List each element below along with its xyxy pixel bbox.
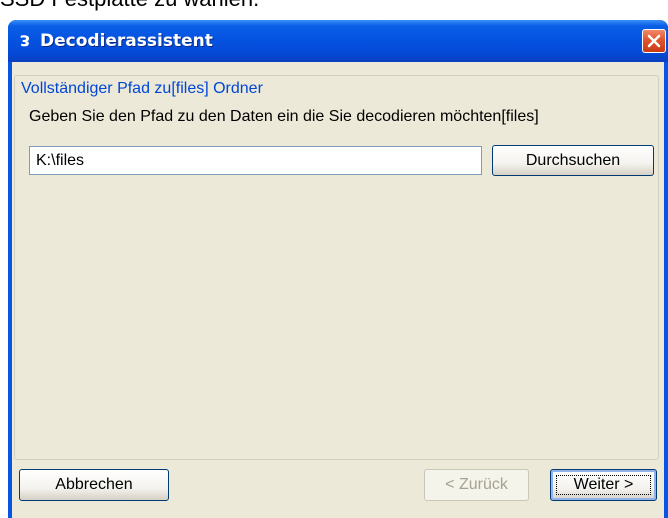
instruction-text: Geben Sie den Pfad zu den Daten ein die …: [29, 108, 539, 125]
app-logo-icon: ᴈ: [19, 29, 31, 51]
groupbox-legend: Vollständiger Pfad zu[files] Ordner: [19, 80, 265, 98]
browse-button-label: Durchsuchen: [525, 151, 621, 169]
close-button[interactable]: [642, 29, 666, 53]
browse-button[interactable]: Durchsuchen: [492, 145, 654, 176]
dialog-window: ᴈ Decodierassistent Vollständiger Pfad z…: [8, 20, 668, 518]
cancel-button[interactable]: Abbrechen: [19, 469, 169, 501]
dialog-client-area: Vollständiger Pfad zu[files] Ordner Gebe…: [12, 62, 664, 518]
next-button-label: Weiter >: [573, 476, 634, 493]
back-button[interactable]: < Zurück: [424, 469, 529, 501]
next-button[interactable]: Weiter >: [550, 469, 657, 501]
window-title: Decodierassistent: [40, 31, 213, 51]
background-text: SSD Festplatte zu wählen.: [0, 0, 259, 12]
path-groupbox: Vollständiger Pfad zu[files] Ordner Gebe…: [14, 75, 659, 460]
close-icon: [647, 34, 661, 48]
back-button-label: < Zurück: [445, 476, 508, 493]
path-input[interactable]: [29, 146, 482, 175]
title-bar[interactable]: ᴈ Decodierassistent: [8, 20, 668, 62]
cancel-button-label: Abbrechen: [55, 476, 133, 493]
